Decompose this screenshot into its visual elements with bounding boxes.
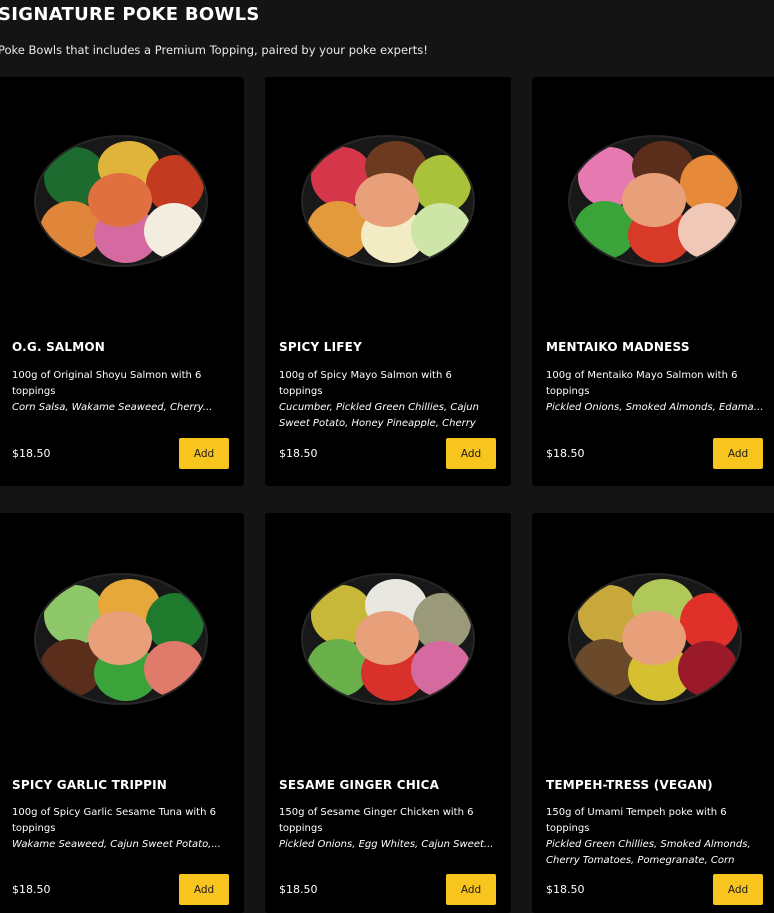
page-title: SIGNATURE POKE BOWLS [0,4,260,25]
add-button[interactable]: Add [713,874,763,905]
product-description-text: 100g of Spicy Garlic Sesame Tuna with 6 … [12,807,216,834]
product-toppings: Pickled Onions, Egg Whites, Cajun Sweet.… [279,839,494,850]
bowl-ingredient [411,203,471,259]
bowl-protein [355,611,419,665]
product-description: 100g of Original Shoyu Salmon with 6 top… [12,368,230,416]
product-toppings: Corn Salsa, Wakame Seaweed, Cherry... [12,402,213,413]
add-button[interactable]: Add [179,874,229,905]
product-name: O.G. SALMON [12,340,106,354]
product-card[interactable]: SESAME GINGER CHICA 150g of Sesame Ginge… [265,513,511,913]
product-card[interactable]: SPICY LIFEY 100g of Spicy Mayo Salmon wi… [265,77,511,486]
bowl-image [301,573,475,705]
product-price: $18.50 [12,447,51,460]
product-description-text: 150g of Sesame Ginger Chicken with 6 top… [279,807,474,834]
product-description-text: 150g of Umami Tempeh poke with 6 topping… [546,807,727,834]
bowl-image [34,573,208,705]
product-card[interactable]: O.G. SALMON 100g of Original Shoyu Salmo… [0,77,244,486]
product-price: $18.50 [279,447,318,460]
product-toppings: Pickled Green Chillies, Smoked Almonds, … [546,839,751,866]
add-button[interactable]: Add [446,874,496,905]
page-subtitle: Poke Bowls that includes a Premium Toppi… [0,43,428,57]
product-card[interactable]: SPICY GARLIC TRIPPIN 100g of Spicy Garli… [0,513,244,913]
product-card[interactable]: TEMPEH-TRESS (VEGAN) 150g of Umami Tempe… [532,513,774,913]
product-description-text: 100g of Spicy Mayo Salmon with 6 topping… [279,370,452,397]
bowl-ingredient [144,203,204,259]
add-button[interactable]: Add [446,438,496,469]
product-description-text: 100g of Original Shoyu Salmon with 6 top… [12,370,202,397]
bowl-ingredient [678,641,738,697]
product-card[interactable]: MENTAIKO MADNESS 100g of Mentaiko Mayo S… [532,77,774,486]
product-description: 100g of Spicy Garlic Sesame Tuna with 6 … [12,805,230,853]
bowl-ingredient [144,641,204,697]
add-button[interactable]: Add [713,438,763,469]
product-description: 100g of Mentaiko Mayo Salmon with 6 topp… [546,368,764,416]
bowl-ingredient [678,203,738,259]
product-name: SPICY GARLIC TRIPPIN [12,778,168,792]
product-description: 100g of Spicy Mayo Salmon with 6 topping… [279,368,497,432]
product-name: MENTAIKO MADNESS [546,340,690,354]
bowl-protein [622,611,686,665]
product-toppings: Pickled Onions, Smoked Almonds, Edamame.… [546,402,764,413]
product-toppings: Wakame Seaweed, Cajun Sweet Potato,... [12,839,221,850]
bowl-protein [622,173,686,227]
bowl-image [301,135,475,267]
product-description: 150g of Sesame Ginger Chicken with 6 top… [279,805,497,853]
product-price: $18.50 [546,447,585,460]
product-name: TEMPEH-TRESS (VEGAN) [546,778,713,792]
product-description-text: 100g of Mentaiko Mayo Salmon with 6 topp… [546,370,738,397]
bowl-image [34,135,208,267]
product-price: $18.50 [12,883,51,896]
bowl-protein [88,173,152,227]
bowl-ingredient [411,641,471,697]
bowl-protein [88,611,152,665]
product-price: $18.50 [279,883,318,896]
product-name: SESAME GINGER CHICA [279,778,440,792]
bowl-image [568,573,742,705]
product-name: SPICY LIFEY [279,340,362,354]
product-price: $18.50 [546,883,585,896]
bowl-protein [355,173,419,227]
bowl-image [568,135,742,267]
add-button[interactable]: Add [179,438,229,469]
product-toppings: Cucumber, Pickled Green Chillies, Cajun … [279,402,479,429]
product-description: 150g of Umami Tempeh poke with 6 topping… [546,805,764,869]
